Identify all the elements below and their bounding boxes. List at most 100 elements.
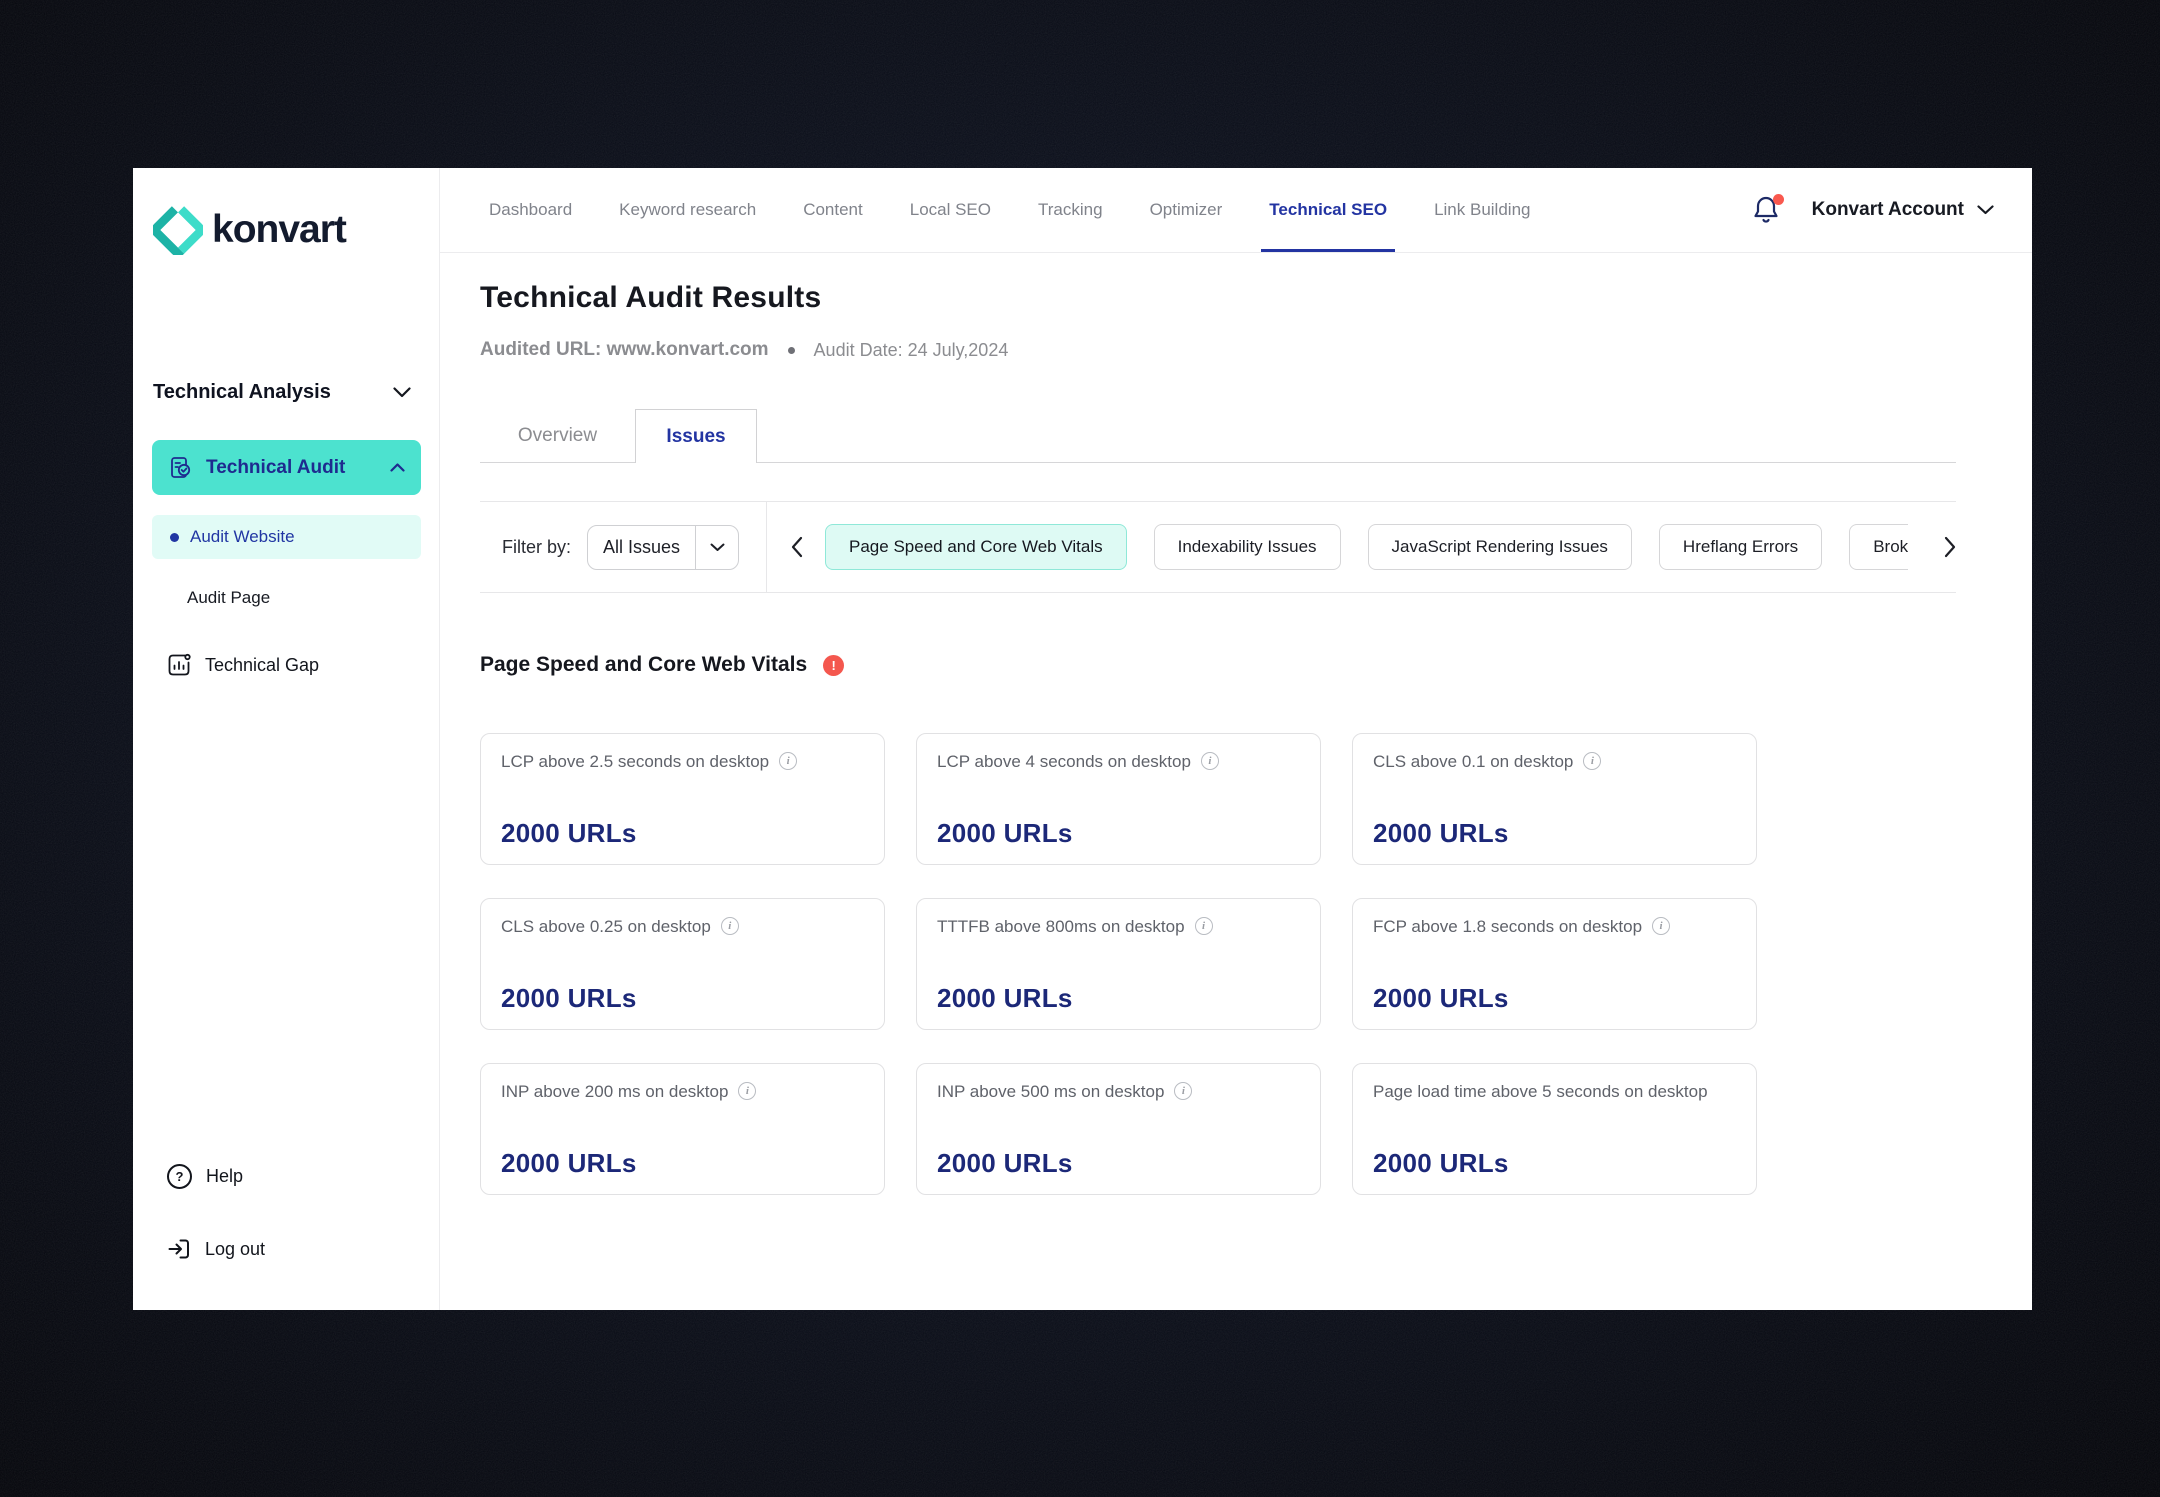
nav-item-tracking[interactable]: Tracking: [1038, 168, 1103, 252]
audited-url: Audited URL: www.konvart.com: [480, 339, 769, 361]
sidebar-item-audit-page[interactable]: Audit Page: [152, 588, 421, 608]
card-title: INP above 200 ms on desktop: [501, 1081, 728, 1104]
filter-by-label: Filter by:: [502, 537, 571, 558]
chevron-up-icon: [390, 463, 405, 472]
issue-card[interactable]: INP above 200 ms on desktop i 2000 URLs: [480, 1063, 885, 1195]
info-icon[interactable]: i: [1195, 917, 1213, 935]
brand-name: konvart: [212, 208, 346, 252]
account-menu[interactable]: Konvart Account: [1812, 199, 1994, 221]
issue-card[interactable]: FCP above 1.8 seconds on desktop i 2000 …: [1352, 898, 1757, 1030]
card-title: FCP above 1.8 seconds on desktop: [1373, 916, 1642, 939]
card-title: TTTFB above 800ms on desktop: [937, 916, 1185, 939]
issue-card[interactable]: INP above 500 ms on desktop i 2000 URLs: [916, 1063, 1321, 1195]
sidebar-item-label: Technical Audit: [206, 457, 345, 479]
issue-cards-grid: LCP above 2.5 seconds on desktop i 2000 …: [480, 733, 1956, 1195]
bullet-dot-icon: [170, 533, 179, 542]
sidebar-item-label: Audit Website: [190, 527, 295, 547]
logout-button[interactable]: Log out: [166, 1236, 421, 1262]
sidebar-section-label: Technical Analysis: [153, 381, 331, 404]
filter-bar: Filter by: All Issues Page Speed and Cor…: [480, 501, 1956, 593]
card-title: LCP above 2.5 seconds on desktop: [501, 751, 769, 774]
page-title: Technical Audit Results: [480, 281, 1956, 315]
help-icon: ?: [166, 1163, 193, 1190]
main-area: Dashboard Keyword research Content Local…: [440, 168, 2032, 1310]
card-title: CLS above 0.1 on desktop: [1373, 751, 1573, 774]
separator-dot-icon: [788, 347, 795, 354]
nav-item-dashboard[interactable]: Dashboard: [489, 168, 572, 252]
card-value: 2000 URLs: [1373, 1148, 1736, 1179]
card-value: 2000 URLs: [1373, 983, 1736, 1014]
card-value: 2000 URLs: [937, 983, 1300, 1014]
info-icon[interactable]: i: [779, 752, 797, 770]
sidebar-footer: ? Help Log out: [152, 1163, 421, 1262]
chips-scroll-right-button[interactable]: [1944, 536, 1956, 558]
nav-item-content[interactable]: Content: [803, 168, 863, 252]
info-icon[interactable]: i: [721, 917, 739, 935]
chip-page-speed-core-web-vitals[interactable]: Page Speed and Core Web Vitals: [825, 524, 1127, 570]
issue-category-chips: Page Speed and Core Web Vitals Indexabil…: [825, 524, 1908, 570]
chip-broken[interactable]: Broken: [1849, 524, 1908, 570]
card-value: 2000 URLs: [501, 818, 864, 849]
account-name: Konvart Account: [1812, 199, 1964, 221]
chevron-right-icon: [1944, 536, 1956, 558]
svg-text:?: ?: [176, 1169, 184, 1184]
audit-meta: Audited URL: www.konvart.com Audit Date:…: [480, 339, 1956, 361]
chip-indexability-issues[interactable]: Indexability Issues: [1154, 524, 1341, 570]
sidebar-item-technical-gap[interactable]: Technical Gap: [152, 652, 421, 678]
audit-document-icon: [168, 455, 194, 481]
nav-item-technical-seo[interactable]: Technical SEO: [1269, 168, 1387, 252]
issue-card[interactable]: LCP above 2.5 seconds on desktop i 2000 …: [480, 733, 885, 865]
issue-card[interactable]: TTTFB above 800ms on desktop i 2000 URLs: [916, 898, 1321, 1030]
section-heading: Page Speed and Core Web Vitals !: [480, 653, 1956, 677]
card-value: 2000 URLs: [501, 1148, 864, 1179]
section-title: Page Speed and Core Web Vitals: [480, 653, 807, 677]
issue-card[interactable]: Page load time above 5 seconds on deskto…: [1352, 1063, 1757, 1195]
nav-item-keyword-research[interactable]: Keyword research: [619, 168, 756, 252]
nav-item-link-building[interactable]: Link Building: [1434, 168, 1530, 252]
card-title: CLS above 0.25 on desktop: [501, 916, 711, 939]
technical-gap-icon: [166, 652, 192, 678]
top-navigation: Dashboard Keyword research Content Local…: [440, 168, 2032, 253]
issues-filter-dropdown[interactable]: All Issues: [587, 525, 739, 570]
alert-icon: !: [823, 655, 844, 676]
issue-card[interactable]: CLS above 0.25 on desktop i 2000 URLs: [480, 898, 885, 1030]
sidebar-section-technical-analysis[interactable]: Technical Analysis: [152, 381, 421, 404]
info-icon[interactable]: i: [1652, 917, 1670, 935]
notifications-button[interactable]: [1752, 194, 1782, 226]
nav-item-local-seo[interactable]: Local SEO: [910, 168, 991, 252]
audit-date: Audit Date: 24 July,2024: [814, 340, 1009, 361]
nav-right-group: Konvart Account: [1752, 168, 1994, 252]
chips-scroll-left-button[interactable]: [791, 536, 803, 558]
card-value: 2000 URLs: [1373, 818, 1736, 849]
info-icon[interactable]: i: [738, 1082, 756, 1100]
issue-card[interactable]: CLS above 0.1 on desktop i 2000 URLs: [1352, 733, 1757, 865]
help-button[interactable]: ? Help: [166, 1163, 421, 1190]
dropdown-selected-value: All Issues: [588, 526, 695, 569]
app-window: konvart Technical Analysis Technical Aud…: [133, 168, 2032, 1310]
sidebar-item-label: Audit Page: [187, 588, 270, 607]
sidebar-item-label: Technical Gap: [205, 655, 319, 676]
page-content: Technical Audit Results Audited URL: www…: [440, 253, 2032, 1310]
issue-card[interactable]: LCP above 4 seconds on desktop i 2000 UR…: [916, 733, 1321, 865]
tab-overview[interactable]: Overview: [480, 409, 635, 463]
card-value: 2000 URLs: [937, 1148, 1300, 1179]
chip-javascript-rendering-issues[interactable]: JavaScript Rendering Issues: [1368, 524, 1632, 570]
info-icon[interactable]: i: [1583, 752, 1601, 770]
card-value: 2000 URLs: [937, 818, 1300, 849]
info-icon[interactable]: i: [1174, 1082, 1192, 1100]
sidebar-item-audit-website[interactable]: Audit Website: [152, 515, 421, 559]
chevron-down-icon: [393, 387, 411, 398]
card-title: INP above 500 ms on desktop: [937, 1081, 1164, 1104]
nav-item-optimizer[interactable]: Optimizer: [1150, 168, 1223, 252]
filter-divider: [766, 502, 767, 592]
card-title: Page load time above 5 seconds on deskto…: [1373, 1081, 1708, 1104]
chevron-left-icon: [791, 536, 803, 558]
help-label: Help: [206, 1166, 243, 1187]
brand-logo[interactable]: konvart: [152, 205, 421, 255]
info-icon[interactable]: i: [1201, 752, 1219, 770]
sidebar-item-technical-audit[interactable]: Technical Audit: [152, 440, 421, 495]
chip-hreflang-errors[interactable]: Hreflang Errors: [1659, 524, 1822, 570]
card-title: LCP above 4 seconds on desktop: [937, 751, 1191, 774]
logout-icon: [166, 1236, 192, 1262]
tab-issues[interactable]: Issues: [635, 409, 757, 463]
